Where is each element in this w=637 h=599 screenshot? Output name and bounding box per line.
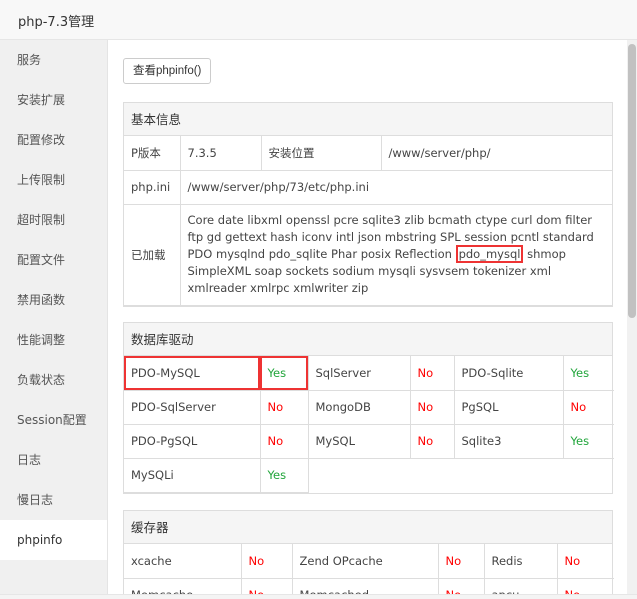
db-driver-title: 数据库驱动	[124, 323, 612, 356]
cache-row: xcache No Zend OPcache No Redis No	[124, 544, 614, 579]
db-status-pdo-mysql: Yes	[259, 356, 309, 391]
scrollbar-thumb[interactable]	[628, 44, 636, 318]
version-label: P版本	[124, 136, 181, 171]
sidebar-item-install-extension[interactable]: 安装扩展	[0, 80, 107, 120]
db-status-pdo-pgsql: No	[259, 423, 309, 459]
db-row: MySQLi Yes	[124, 457, 614, 493]
db-name-sqlite3: Sqlite3	[453, 423, 564, 459]
db-status-pdo-sqlserver: No	[259, 389, 309, 425]
db-driver-table: PDO-MySQL Yes SqlServer No PDO-Sqlite Ye…	[124, 356, 614, 493]
cache-name-xcache: xcache	[124, 544, 242, 579]
sidebar-item-log[interactable]: 日志	[0, 440, 107, 480]
loaded-row: 已加载 Core date libxml openssl pcre sqlite…	[124, 203, 612, 306]
sidebar-item-timeout-limit[interactable]: 超时限制	[0, 200, 107, 240]
install-location-label: 安装位置	[260, 136, 382, 171]
db-empty-cell	[563, 458, 614, 492]
sidebar-item-phpinfo[interactable]: phpinfo	[0, 520, 107, 560]
ini-value: /www/server/php/73/etc/php.ini	[179, 169, 612, 205]
db-status-mysql: No	[409, 423, 455, 459]
loaded-extensions: Core date libxml openssl pcre sqlite3 zl…	[179, 203, 612, 306]
sidebar-item-performance[interactable]: 性能调整	[0, 320, 107, 360]
sidebar-item-session-config[interactable]: Session配置	[0, 400, 107, 440]
sidebar-item-disabled-functions[interactable]: 禁用函数	[0, 280, 107, 320]
cache-name-redis: Redis	[483, 544, 558, 579]
db-empty-cell	[454, 458, 563, 492]
cache-status-xcache: No	[240, 544, 293, 579]
cache-title: 缓存器	[124, 511, 612, 544]
install-location-value: /www/server/php/	[380, 136, 612, 171]
title-bar: php-7.3管理	[0, 0, 637, 40]
cache-status-zend-opcache: No	[437, 544, 485, 579]
db-empty-cell	[308, 458, 410, 492]
db-name-mongodb: MongoDB	[307, 389, 411, 425]
db-status-sqlite3: Yes	[562, 423, 614, 459]
db-status-sqlserver: No	[409, 356, 455, 391]
pdo-mysql-highlight: pdo_mysql	[455, 245, 524, 263]
db-status-pgsql: No	[562, 389, 614, 425]
db-empty-cell	[410, 458, 454, 492]
db-status-mongodb: No	[409, 389, 455, 425]
sidebar-item-upload-limit[interactable]: 上传限制	[0, 160, 107, 200]
ini-label: php.ini	[124, 169, 181, 205]
db-driver-panel: 数据库驱动 PDO-MySQL Yes SqlServer No PDO-Sql…	[123, 322, 614, 494]
window-title: php-7.3管理	[18, 15, 95, 30]
db-status-pdo-sqlite: Yes	[562, 356, 614, 391]
db-name-pdo-pgsql: PDO-PgSQL	[124, 423, 261, 459]
sidebar-item-load-status[interactable]: 负载状态	[0, 360, 107, 400]
db-row: PDO-PgSQL No MySQL No Sqlite3 Yes	[124, 423, 614, 459]
cache-name-zend-opcache: Zend OPcache	[291, 544, 439, 579]
db-row: PDO-MySQL Yes SqlServer No PDO-Sqlite Ye…	[124, 356, 614, 391]
main-content: 查看phpinfo() 基本信息 P版本 7.3.5 安装位置 /www/ser…	[109, 40, 627, 599]
loaded-label: 已加载	[124, 203, 181, 306]
cache-panel: 缓存器 xcache No Zend OPcache No Redis No M…	[123, 510, 614, 599]
cache-table: xcache No Zend OPcache No Redis No Memca…	[124, 544, 614, 599]
basic-info-title: 基本信息	[124, 103, 612, 136]
db-status-mysqli: Yes	[259, 457, 309, 493]
db-name-pdo-mysql: PDO-MySQL	[124, 356, 261, 391]
db-name-mysql: MySQL	[307, 423, 411, 459]
db-name-mysqli: MySQLi	[124, 457, 261, 493]
view-phpinfo-button[interactable]: 查看phpinfo()	[123, 58, 212, 84]
ini-row: php.ini /www/server/php/73/etc/php.ini	[124, 169, 612, 205]
version-value: 7.3.5	[179, 136, 262, 171]
sidebar-item-service[interactable]: 服务	[0, 40, 107, 80]
bottom-edge	[0, 594, 637, 599]
cache-status-redis: No	[556, 544, 614, 579]
db-name-pgsql: PgSQL	[453, 389, 564, 425]
db-name-pdo-sqlite: PDO-Sqlite	[453, 356, 564, 391]
sidebar-item-config-edit[interactable]: 配置修改	[0, 120, 107, 160]
db-name-pdo-sqlserver: PDO-SqlServer	[124, 389, 261, 425]
db-name-sqlserver: SqlServer	[307, 356, 411, 391]
sidebar-item-slow-log[interactable]: 慢日志	[0, 480, 107, 520]
basic-info-panel: 基本信息 P版本 7.3.5 安装位置 /www/server/php/ php…	[123, 102, 613, 307]
db-row: PDO-SqlServer No MongoDB No PgSQL No	[124, 389, 614, 425]
version-row: P版本 7.3.5 安装位置 /www/server/php/	[124, 136, 612, 171]
sidebar: 服务 安装扩展 配置修改 上传限制 超时限制 配置文件 禁用函数 性能调整 负载…	[0, 40, 108, 599]
basic-info-table: P版本 7.3.5 安装位置 /www/server/php/ php.ini …	[124, 136, 612, 306]
sidebar-item-config-file[interactable]: 配置文件	[0, 240, 107, 280]
